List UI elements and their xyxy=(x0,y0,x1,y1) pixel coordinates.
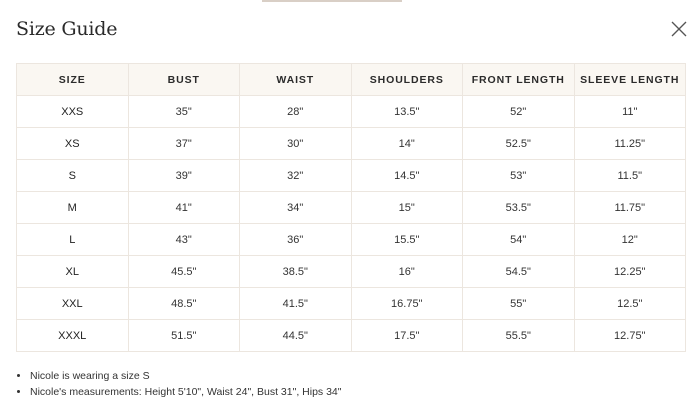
cell-size: S xyxy=(16,159,129,192)
cell-bust: 51.5" xyxy=(127,319,240,352)
header-size: SIZE xyxy=(16,63,129,96)
note-measurements: Nicole's measurements: Height 5'10", Wai… xyxy=(30,384,342,400)
cell-sleeve-length: 11.5" xyxy=(573,159,686,192)
cell-waist: 41.5" xyxy=(239,287,352,320)
cell-waist: 44.5" xyxy=(239,319,352,352)
cell-bust: 43" xyxy=(127,223,240,256)
cell-front-length: 52" xyxy=(462,95,575,128)
cell-shoulders: 13.5" xyxy=(350,95,463,128)
table-row: XXL 48.5" 41.5" 16.75" 55" 12.5" xyxy=(16,287,686,320)
cell-bust: 41" xyxy=(127,191,240,224)
table-row: XS 37" 30" 14" 52.5" 11.25" xyxy=(16,127,686,160)
cell-sleeve-length: 11" xyxy=(573,95,686,128)
cell-bust: 35" xyxy=(127,95,240,128)
header-bust: BUST xyxy=(127,63,240,96)
cell-sleeve-length: 11.75" xyxy=(573,191,686,224)
cell-size: XL xyxy=(16,255,129,288)
header-front-length: FRONT LENGTH xyxy=(462,63,575,96)
cell-front-length: 53.5" xyxy=(462,191,575,224)
cell-size: XXS xyxy=(16,95,129,128)
cell-shoulders: 14.5" xyxy=(350,159,463,192)
cell-shoulders: 17.5" xyxy=(350,319,463,352)
cell-front-length: 54" xyxy=(462,223,575,256)
table-body: XXS 35" 28" 13.5" 52" 11" XS 37" 30" 14" 52.5" 11.2… xyxy=(16,95,686,352)
cell-size: XS xyxy=(16,127,129,160)
cell-size: M xyxy=(16,191,129,224)
cell-shoulders: 16" xyxy=(350,255,463,288)
cell-front-length: 54.5" xyxy=(462,255,575,288)
cell-sleeve-length: 12.25" xyxy=(573,255,686,288)
cell-front-length: 52.5" xyxy=(462,127,575,160)
cell-shoulders: 15" xyxy=(350,191,463,224)
table-row: M 41" 34" 15" 53.5" 11.75" xyxy=(16,191,686,224)
cell-size: L xyxy=(16,223,129,256)
cell-shoulders: 14" xyxy=(350,127,463,160)
cell-waist: 34" xyxy=(239,191,352,224)
table-row: XL 45.5" 38.5" 16" 54.5" 12.25" xyxy=(16,255,686,288)
cell-waist: 38.5" xyxy=(239,255,352,288)
cell-sleeve-length: 12" xyxy=(573,223,686,256)
modal-title: Size Guide xyxy=(16,18,118,40)
cell-sleeve-length: 12.75" xyxy=(573,319,686,352)
cell-shoulders: 16.75" xyxy=(350,287,463,320)
table-row: XXS 35" 28" 13.5" 52" 11" xyxy=(16,95,686,128)
table-row: S 39" 32" 14.5" 53" 11.5" xyxy=(16,159,686,192)
cell-front-length: 53" xyxy=(462,159,575,192)
header-sleeve-length: SLEEVE LENGTH xyxy=(573,63,686,96)
cell-bust: 45.5" xyxy=(127,255,240,288)
table-row: XXXL 51.5" 44.5" 17.5" 55.5" 12.75" xyxy=(16,319,686,352)
model-notes: Nicole is wearing a size S Nicole's meas… xyxy=(16,368,342,400)
header-waist: WAIST xyxy=(239,63,352,96)
cell-size: XXXL xyxy=(16,319,129,352)
cell-waist: 30" xyxy=(239,127,352,160)
cell-front-length: 55" xyxy=(462,287,575,320)
cell-bust: 48.5" xyxy=(127,287,240,320)
cell-sleeve-length: 11.25" xyxy=(573,127,686,160)
cell-sleeve-length: 12.5" xyxy=(573,287,686,320)
cell-waist: 28" xyxy=(239,95,352,128)
cell-size: XXL xyxy=(16,287,129,320)
cell-waist: 36" xyxy=(239,223,352,256)
size-table: SIZE BUST WAIST SHOULDERS FRONT LENGTH S… xyxy=(16,63,686,352)
cell-shoulders: 15.5" xyxy=(350,223,463,256)
cell-waist: 32" xyxy=(239,159,352,192)
cell-front-length: 55.5" xyxy=(462,319,575,352)
cell-bust: 39" xyxy=(127,159,240,192)
close-icon-graphic xyxy=(671,21,687,37)
table-row: L 43" 36" 15.5" 54" 12" xyxy=(16,223,686,256)
cell-bust: 37" xyxy=(127,127,240,160)
top-divider xyxy=(262,0,402,2)
note-size-worn: Nicole is wearing a size S xyxy=(30,368,342,384)
close-icon[interactable] xyxy=(668,18,690,40)
table-header-row: SIZE BUST WAIST SHOULDERS FRONT LENGTH S… xyxy=(16,63,686,96)
header-shoulders: SHOULDERS xyxy=(350,63,463,96)
